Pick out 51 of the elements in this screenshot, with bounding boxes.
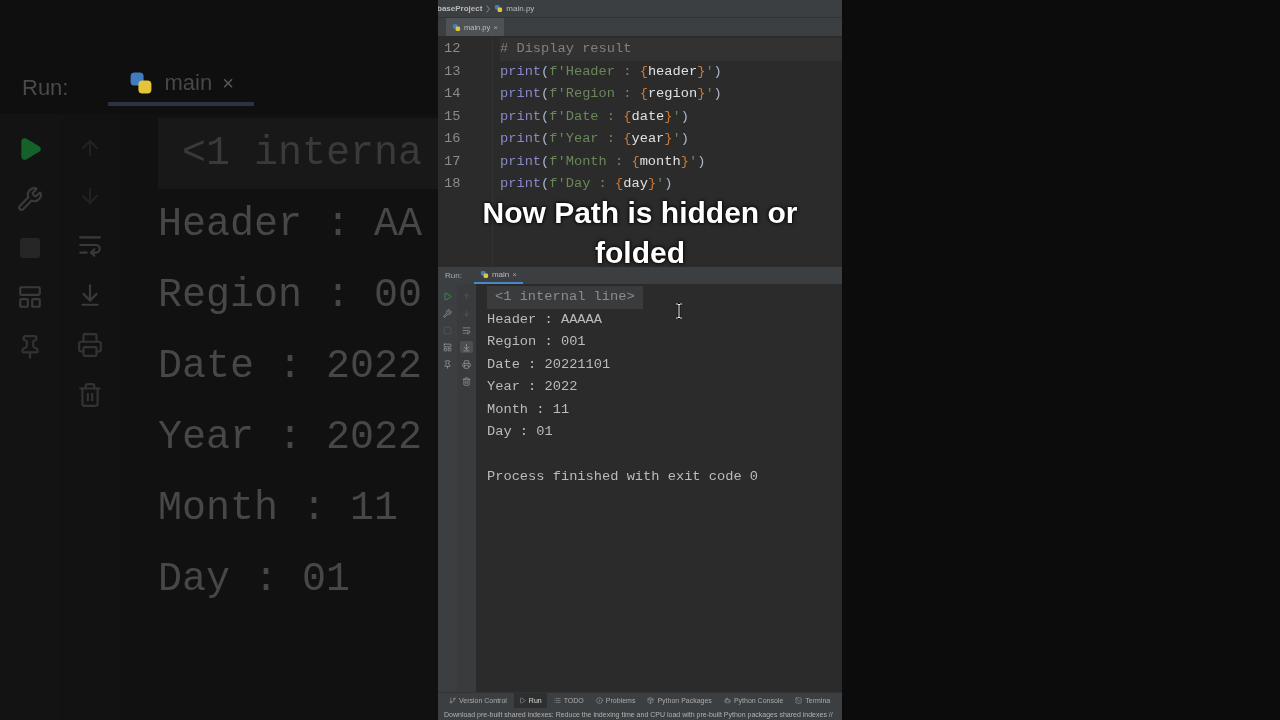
list-icon bbox=[553, 697, 561, 704]
console-line: Month : 11 bbox=[487, 400, 570, 419]
wrench-icon[interactable] bbox=[443, 308, 452, 318]
line-number: 14 bbox=[444, 85, 462, 103]
line-number: 13 bbox=[444, 62, 462, 81]
line-number: 18 bbox=[444, 175, 462, 193]
wrap-icon[interactable] bbox=[462, 325, 471, 335]
python-file-icon bbox=[452, 22, 461, 32]
python-file-icon bbox=[494, 4, 504, 13]
package-icon bbox=[647, 697, 655, 704]
line-number: 17 bbox=[444, 152, 462, 171]
play-icon[interactable] bbox=[443, 291, 452, 301]
branch-icon bbox=[449, 697, 456, 704]
code-line: print(f'Header : {header}') bbox=[500, 62, 723, 81]
chevron-icon bbox=[486, 4, 491, 13]
console-line: Year : 2022 bbox=[487, 378, 578, 396]
code-line: print(f'Region : {region}') bbox=[500, 85, 723, 103]
info-icon bbox=[595, 697, 603, 704]
trash-icon[interactable] bbox=[462, 376, 471, 386]
layout-icon[interactable] bbox=[17, 284, 43, 310]
project-breadcrumb[interactable]: baseProject bbox=[438, 4, 483, 13]
scroll-to-end-button[interactable] bbox=[460, 341, 473, 353]
pin-icon[interactable] bbox=[443, 359, 452, 369]
python-file-icon bbox=[479, 270, 489, 279]
console-line: Process finished with exit code 0 bbox=[487, 468, 759, 486]
play-icon bbox=[518, 697, 526, 704]
line-number: 16 bbox=[444, 130, 462, 148]
wrench-icon[interactable] bbox=[17, 186, 43, 212]
console-line: Header : AAAAA bbox=[487, 310, 602, 329]
code-line: print(f'Day : {day}') bbox=[500, 175, 674, 193]
printer-icon[interactable] bbox=[462, 359, 471, 369]
printer-icon[interactable] bbox=[77, 332, 103, 358]
code-line: print(f'Year : {year}') bbox=[500, 130, 690, 148]
arrow-down-icon[interactable] bbox=[462, 308, 471, 318]
console-line: Day : 01 bbox=[487, 423, 553, 441]
run-label: Run: bbox=[445, 271, 462, 280]
file-breadcrumb[interactable]: main.py bbox=[506, 4, 535, 13]
layout-icon[interactable] bbox=[443, 342, 452, 352]
arrow-up-icon[interactable] bbox=[462, 291, 471, 301]
console-line: Date : 20221101 bbox=[487, 355, 611, 374]
run-label: Run: bbox=[22, 75, 69, 101]
code-line: print(f'Date : {date}') bbox=[500, 107, 690, 126]
text-cursor-icon bbox=[675, 303, 683, 319]
console-tab[interactable]: main × bbox=[108, 70, 254, 106]
line-number: 12 bbox=[444, 40, 462, 58]
line-number: 15 bbox=[444, 107, 462, 126]
folded-lines[interactable]: <1 internal line> bbox=[487, 286, 643, 309]
code-line: print(f'Month : {month}') bbox=[500, 152, 707, 171]
trash-icon[interactable] bbox=[77, 382, 103, 408]
console-tab[interactable]: main × bbox=[473, 267, 523, 284]
console-line: Region : 001 bbox=[487, 333, 586, 351]
